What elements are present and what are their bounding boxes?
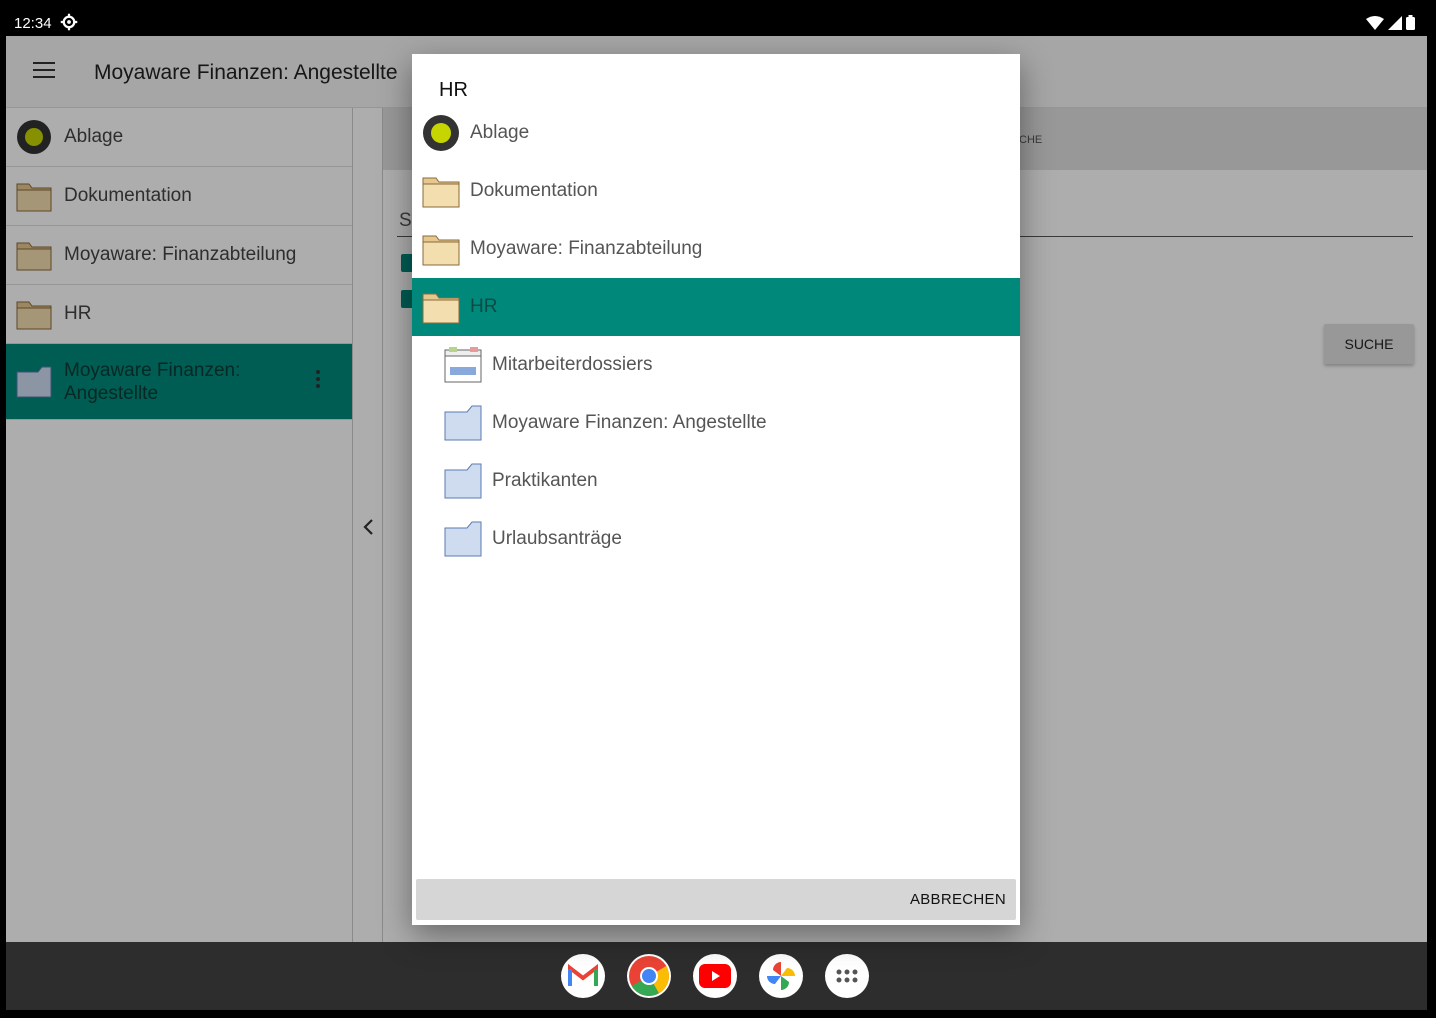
- photos-icon[interactable]: [759, 954, 803, 998]
- youtube-icon[interactable]: [693, 954, 737, 998]
- battery-icon: [1406, 15, 1415, 30]
- tree-item-angestellte[interactable]: Moyaware Finanzen: Angestellte: [412, 394, 1020, 452]
- app-dock: [6, 942, 1427, 1010]
- tree-item-finanzabteilung[interactable]: Moyaware: Finanzabteilung: [412, 220, 1020, 278]
- tree-item-ablage[interactable]: Ablage: [412, 104, 1020, 162]
- tree-item-label: Dokumentation: [470, 180, 598, 201]
- status-bar: 12:34: [6, 10, 1427, 36]
- folder-icon: [422, 172, 460, 210]
- folder-icon: [422, 230, 460, 268]
- gmail-icon[interactable]: [561, 954, 605, 998]
- tree-item-mitarbeiterdossiers[interactable]: Mitarbeiterdossiers: [412, 336, 1020, 394]
- folder-tree: Ablage Dokumentation Moyaware: Finanzabt…: [412, 104, 1020, 568]
- tree-item-label: HR: [470, 296, 498, 317]
- blue-folder-icon: [444, 462, 482, 500]
- tree-item-hr[interactable]: HR: [412, 278, 1020, 336]
- tree-item-label: Urlaubsanträge: [492, 528, 622, 549]
- tree-item-label: Mitarbeiterdossiers: [492, 354, 653, 375]
- tree-item-label: Moyaware: Finanzabteilung: [470, 238, 703, 259]
- blue-folder-icon: [444, 404, 482, 442]
- tree-item-praktikanten[interactable]: Praktikanten: [412, 452, 1020, 510]
- dialog-footer: ABBRECHEN: [416, 879, 1016, 920]
- tree-item-label: Ablage: [470, 122, 530, 143]
- blue-folder-icon: [444, 520, 482, 558]
- dialog-title: HR: [439, 79, 468, 101]
- tree-item-dokumentation[interactable]: Dokumentation: [412, 162, 1020, 220]
- tree-item-urlaubsantraege[interactable]: Urlaubsanträge: [412, 510, 1020, 568]
- folder-picker-dialog: HR Ablage Dokumentation Moyaware: Finanz…: [412, 54, 1020, 925]
- tree-item-label: Praktikanten: [492, 470, 598, 491]
- app-drawer-icon[interactable]: [825, 954, 869, 998]
- cancel-button[interactable]: ABBRECHEN: [910, 891, 1006, 908]
- tree-item-label: Moyaware Finanzen: Angestellte: [492, 412, 767, 433]
- status-time: 12:34: [14, 15, 52, 32]
- status-icons: [1366, 15, 1415, 30]
- wifi-icon: [1366, 15, 1384, 30]
- tablet-device: 12:34 Moyaware Finanzen: Angestellte Abl…: [0, 0, 1436, 1018]
- settings-gear-icon: [60, 13, 78, 31]
- root-circle-icon: [422, 114, 460, 152]
- cell-signal-icon: [1388, 15, 1402, 30]
- chrome-icon[interactable]: [627, 954, 671, 998]
- dossier-icon: [444, 346, 482, 384]
- folder-icon: [422, 288, 460, 326]
